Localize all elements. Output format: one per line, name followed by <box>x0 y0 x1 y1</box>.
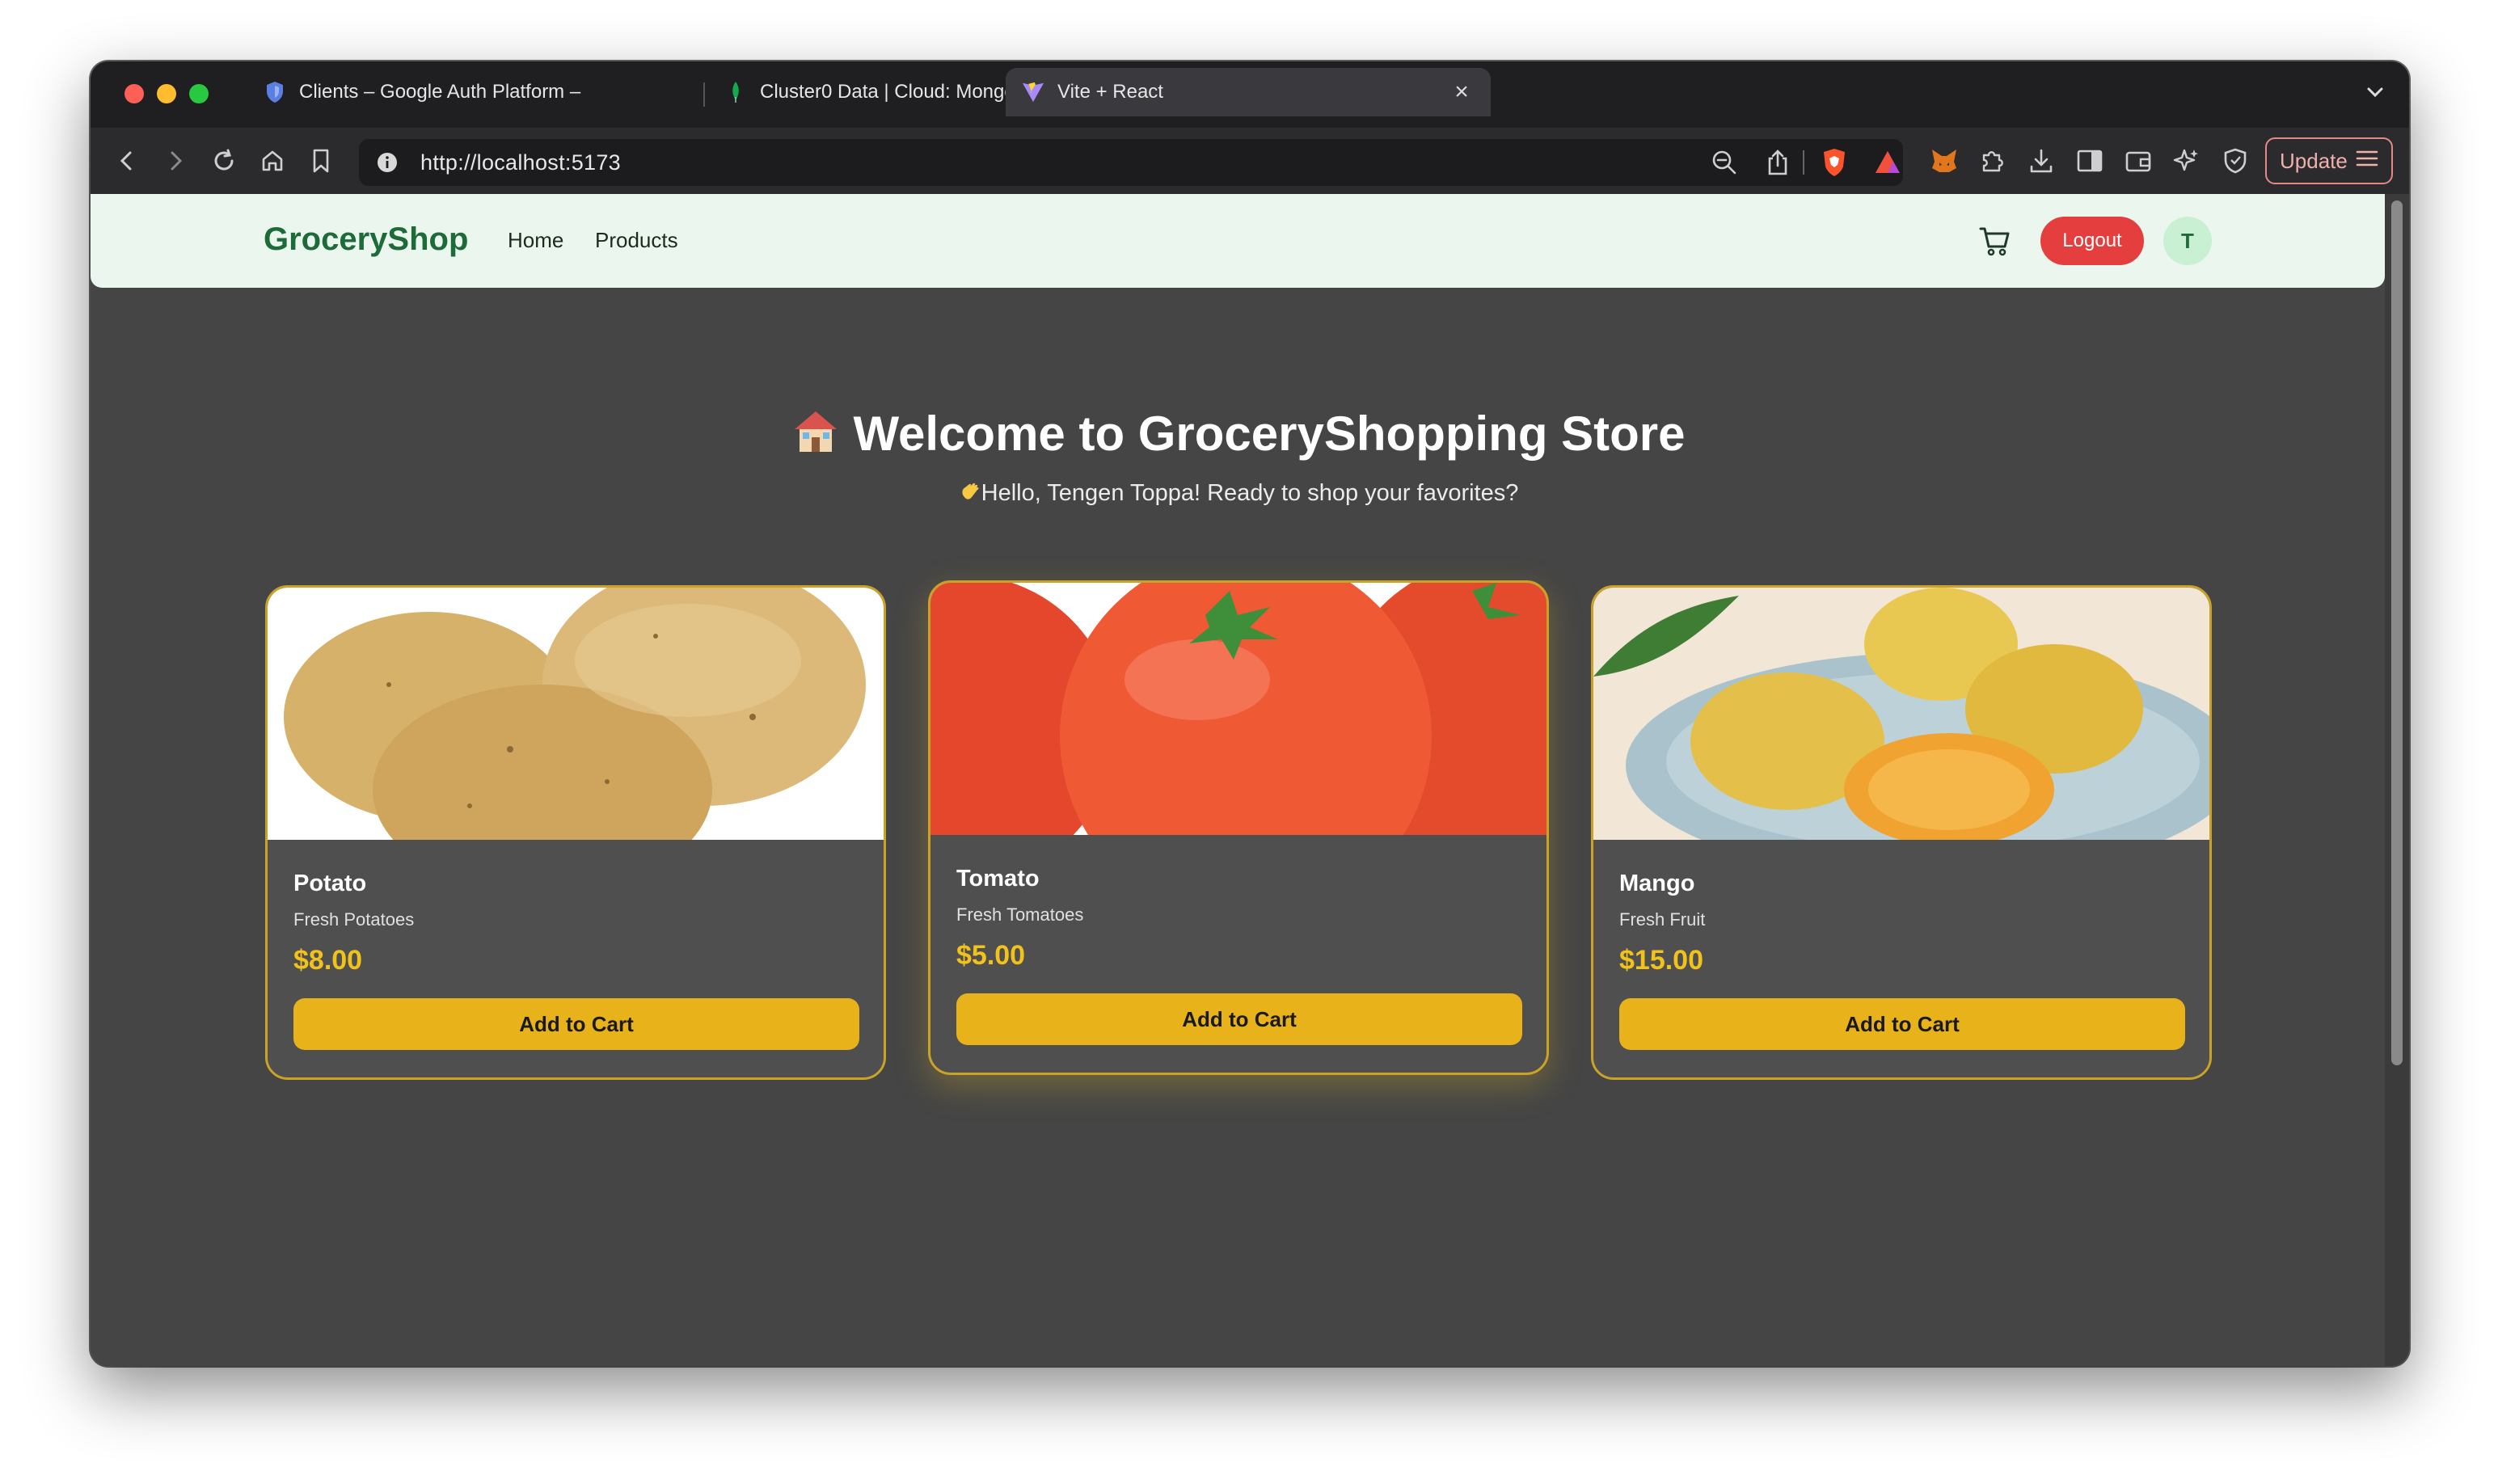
page-viewport: GroceryShop Home Products Logout T Welco… <box>91 194 2409 1366</box>
forward-arrow-icon[interactable] <box>158 144 192 178</box>
page-title: Welcome to GroceryShopping Store <box>91 406 2385 462</box>
logout-button[interactable]: Logout <box>2040 217 2144 265</box>
product-price: $15.00 <box>1619 945 1703 976</box>
product-card-tomato: Tomato Fresh Tomatoes $5.00 Add to Cart <box>928 580 1549 1075</box>
add-to-cart-button[interactable]: Add to Cart <box>1619 998 2185 1050</box>
close-window-button[interactable] <box>124 84 144 103</box>
scrollbar-thumb[interactable] <box>2391 200 2403 1065</box>
tomato-image <box>930 583 1546 922</box>
nav-link-products[interactable]: Products <box>595 228 678 253</box>
close-tab-icon[interactable]: × <box>1449 78 1475 106</box>
metamask-fox-icon[interactable] <box>1927 144 1961 178</box>
update-label: Update <box>2280 148 2348 173</box>
user-avatar[interactable]: T <box>2163 217 2212 265</box>
url-text: http://localhost:5173 <box>420 150 621 175</box>
product-card-mango: Mango Fresh Fruit $15.00 Add to Cart <box>1591 585 2212 1080</box>
extensions-puzzle-icon[interactable] <box>1976 144 2010 178</box>
page-subtitle: Hello, Tengen Toppa! Ready to shop your … <box>91 480 2385 510</box>
waving-hand-icon <box>957 481 981 510</box>
site-info-icon[interactable] <box>375 150 399 179</box>
sidebar-icon[interactable] <box>2073 144 2107 178</box>
address-bar[interactable]: http://localhost:5173 <box>359 139 1903 186</box>
update-button[interactable]: Update <box>2265 137 2393 184</box>
vite-icon <box>1022 81 1044 103</box>
product-price: $5.00 <box>956 940 1026 971</box>
leo-ai-icon[interactable] <box>2170 144 2204 178</box>
mongodb-leaf-icon <box>724 81 747 103</box>
back-arrow-icon[interactable] <box>110 144 144 178</box>
bookmark-icon[interactable] <box>304 144 338 178</box>
brand-logo[interactable]: GroceryShop <box>264 221 468 258</box>
minimize-window-button[interactable] <box>157 84 176 103</box>
tab-vite-react[interactable]: Vite + React × <box>1006 68 1491 116</box>
tab-title: Clients – Google Auth Platform – <box>299 81 581 103</box>
browser-window: Clients – Google Auth Platform – Cluster… <box>91 61 2409 1366</box>
welcome-text: Welcome to GroceryShopping Store <box>853 407 1686 461</box>
add-to-cart-button[interactable]: Add to Cart <box>956 993 1522 1045</box>
product-description: Fresh Fruit <box>1619 909 1706 930</box>
home-icon[interactable] <box>255 144 289 178</box>
vpn-shield-icon[interactable] <box>2218 144 2252 178</box>
site-navbar: GroceryShop Home Products Logout T <box>91 194 2385 288</box>
download-icon[interactable] <box>2024 144 2058 178</box>
product-description: Fresh Potatoes <box>293 909 415 930</box>
share-icon[interactable] <box>1766 149 1790 180</box>
product-card-potato: Potato Fresh Potatoes $8.00 Add to Cart <box>265 585 886 1080</box>
potato-image <box>268 588 884 895</box>
wallet-icon[interactable] <box>2121 144 2155 178</box>
tab-google-auth[interactable]: Clients – Google Auth Platform – <box>252 68 681 116</box>
scrollbar[interactable] <box>2385 194 2409 1366</box>
brave-rewards-icon[interactable] <box>1874 149 1901 180</box>
brave-shields-icon[interactable] <box>1821 147 1848 182</box>
mango-image <box>1593 588 2209 879</box>
toolbar-divider <box>1803 150 1804 175</box>
add-to-cart-button[interactable]: Add to Cart <box>293 998 859 1050</box>
product-name: Mango <box>1619 871 1695 896</box>
reload-icon[interactable] <box>207 144 241 178</box>
chevron-down-icon[interactable] <box>2359 76 2391 108</box>
product-name: Potato <box>293 871 367 896</box>
nav-link-home[interactable]: Home <box>508 228 563 253</box>
browser-toolbar: http://localhost:5173 Update <box>91 128 2409 194</box>
greeting-text: Hello, Tengen Toppa! Ready to shop your … <box>981 480 1519 506</box>
product-name: Tomato <box>956 866 1040 892</box>
house-icon <box>790 407 842 455</box>
cart-icon[interactable] <box>1976 221 2015 260</box>
product-description: Fresh Tomatoes <box>956 904 1084 925</box>
menu-icon <box>2356 149 2378 174</box>
zoom-out-icon[interactable] <box>1711 149 1738 180</box>
zoom-window-button[interactable] <box>189 84 209 103</box>
shield-icon <box>264 81 286 103</box>
tab-title: Vite + React <box>1057 81 1163 103</box>
tab-strip: Clients – Google Auth Platform – Cluster… <box>91 61 2409 128</box>
product-price: $8.00 <box>293 945 363 976</box>
